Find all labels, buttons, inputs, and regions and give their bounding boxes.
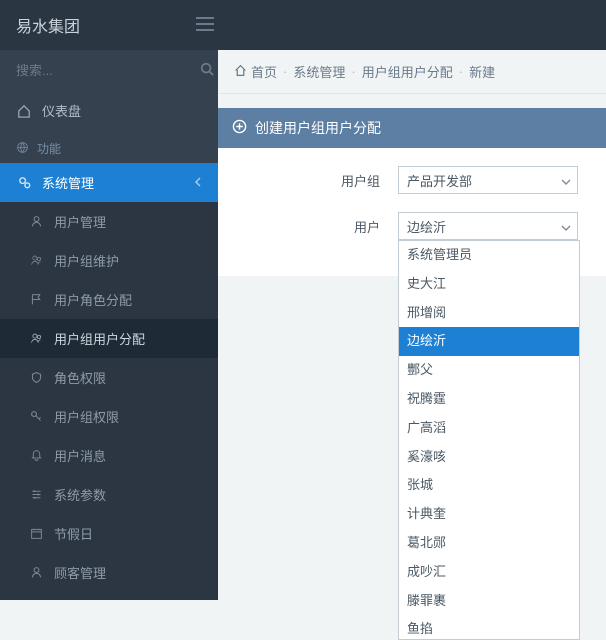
- sidebar-item-label: 用户组用户分配: [54, 329, 145, 348]
- sidebar-item-label: 用户角色分配: [54, 290, 132, 309]
- dropdown-item[interactable]: 祝腾霆: [399, 385, 579, 414]
- user-icon: [28, 565, 44, 581]
- bell-icon: [28, 448, 44, 464]
- sidebar-item-label: 用户组维护: [54, 251, 119, 270]
- crumb-current: 新建: [469, 62, 495, 81]
- sidebar-item[interactable]: 顾客管理: [0, 553, 218, 592]
- dropdown-item[interactable]: 葛北郧: [399, 529, 579, 558]
- sidebar-item[interactable]: 用户角色分配: [0, 280, 218, 319]
- breadcrumb: 首页 · 系统管理 · 用户组用户分配 · 新建: [218, 50, 606, 94]
- select-value: 边绘沂: [407, 217, 446, 236]
- panel-title: 创建用户组用户分配: [255, 118, 381, 138]
- sidebar-item-label: 角色权限: [54, 368, 106, 387]
- sidebar-dashboard[interactable]: 仪表盘: [0, 91, 218, 130]
- dropdown-item[interactable]: 滕罪裹: [399, 587, 579, 616]
- users-icon: [28, 253, 44, 269]
- home-icon: [16, 103, 32, 119]
- dropdown-item[interactable]: 广高滔: [399, 414, 579, 443]
- globe-icon: [16, 141, 29, 157]
- sidebar-item-label: 用户组权限: [54, 407, 119, 426]
- dropdown-item[interactable]: 酆父: [399, 356, 579, 385]
- sidebar-item[interactable]: 用户组用户分配: [0, 319, 218, 358]
- users-icon: [28, 331, 44, 347]
- gears-icon: [16, 175, 32, 191]
- dropdown-item[interactable]: 奚濠咳: [399, 443, 579, 472]
- menu-toggle-icon[interactable]: [196, 17, 214, 34]
- chevron-left-icon: [194, 175, 202, 190]
- sidebar-item[interactable]: 用户管理: [0, 202, 218, 241]
- crumb-usergroup-assign[interactable]: 用户组用户分配: [362, 62, 453, 81]
- sidebar-item[interactable]: 数据库管理: [0, 592, 218, 600]
- chevron-down-icon: [561, 219, 571, 234]
- sidebar-item[interactable]: 用户组维护: [0, 241, 218, 280]
- sidebar-item-label: 顾客管理: [54, 563, 106, 582]
- panel-title-bar: 创建用户组用户分配: [218, 108, 606, 148]
- crumb-sysmgmt[interactable]: 系统管理: [293, 62, 345, 81]
- usergroup-select[interactable]: 产品开发部: [398, 166, 578, 194]
- search-input[interactable]: [16, 63, 192, 78]
- sidebar-item[interactable]: 系统参数: [0, 475, 218, 514]
- sidebar-item-label: 功能: [37, 140, 61, 157]
- app-brand: 易水集团: [16, 13, 196, 37]
- sidebar-item[interactable]: 用户组权限: [0, 397, 218, 436]
- user-select[interactable]: 边绘沂 系统管理员史大江邢增阅边绘沂酆父祝腾霆广高滔奚濠咳张城计典奎葛北郧成吵汇…: [398, 212, 578, 240]
- sidebar: 仪表盘 功能 系统管理 用户管理用户组维护用户角色分配用户组用户分配角色权限用户…: [0, 50, 218, 600]
- crumb-home[interactable]: 首页: [251, 62, 277, 81]
- select-value: 产品开发部: [407, 171, 472, 190]
- sidebar-sysmgmt[interactable]: 系统管理: [0, 163, 218, 202]
- sidebar-item[interactable]: 角色权限: [0, 358, 218, 397]
- sidebar-item-label: 系统管理: [42, 173, 94, 192]
- dropdown-item[interactable]: 计典奎: [399, 500, 579, 529]
- home-icon: [234, 64, 247, 80]
- dropdown-item[interactable]: 鱼掐: [399, 615, 579, 640]
- plus-circle-icon: [232, 119, 247, 137]
- user-dropdown[interactable]: 系统管理员史大江邢增阅边绘沂酆父祝腾霆广高滔奚濠咳张城计典奎葛北郧成吵汇滕罪裹鱼…: [398, 240, 580, 640]
- dropdown-item[interactable]: 史大江: [399, 270, 579, 299]
- key-icon: [28, 409, 44, 425]
- user-icon: [28, 214, 44, 230]
- crumb-sep: ·: [283, 64, 287, 79]
- chevron-down-icon: [561, 173, 571, 188]
- dropdown-item[interactable]: 边绘沂: [399, 327, 579, 356]
- sidebar-item-label: 节假日: [54, 524, 93, 543]
- search-icon[interactable]: [200, 62, 214, 79]
- sidebar-item-label: 用户消息: [54, 446, 106, 465]
- shield-icon: [28, 370, 44, 386]
- sidebar-item-label: 仪表盘: [42, 101, 81, 120]
- crumb-sep: ·: [459, 64, 463, 79]
- sidebar-item-label: 系统参数: [54, 485, 106, 504]
- dropdown-item[interactable]: 张城: [399, 471, 579, 500]
- form-label-user: 用户: [218, 217, 398, 236]
- dropdown-item[interactable]: 系统管理员: [399, 241, 579, 270]
- form-label-usergroup: 用户组: [218, 171, 398, 190]
- sidebar-item[interactable]: 用户消息: [0, 436, 218, 475]
- crumb-sep: ·: [351, 64, 355, 79]
- sidebar-functions[interactable]: 功能: [0, 130, 218, 163]
- flag-icon: [28, 292, 44, 308]
- dropdown-item[interactable]: 邢增阅: [399, 299, 579, 328]
- dropdown-item[interactable]: 成吵汇: [399, 558, 579, 587]
- sidebar-item[interactable]: 节假日: [0, 514, 218, 553]
- sliders-icon: [28, 487, 44, 503]
- sidebar-item-label: 用户管理: [54, 212, 106, 231]
- calendar-icon: [28, 526, 44, 542]
